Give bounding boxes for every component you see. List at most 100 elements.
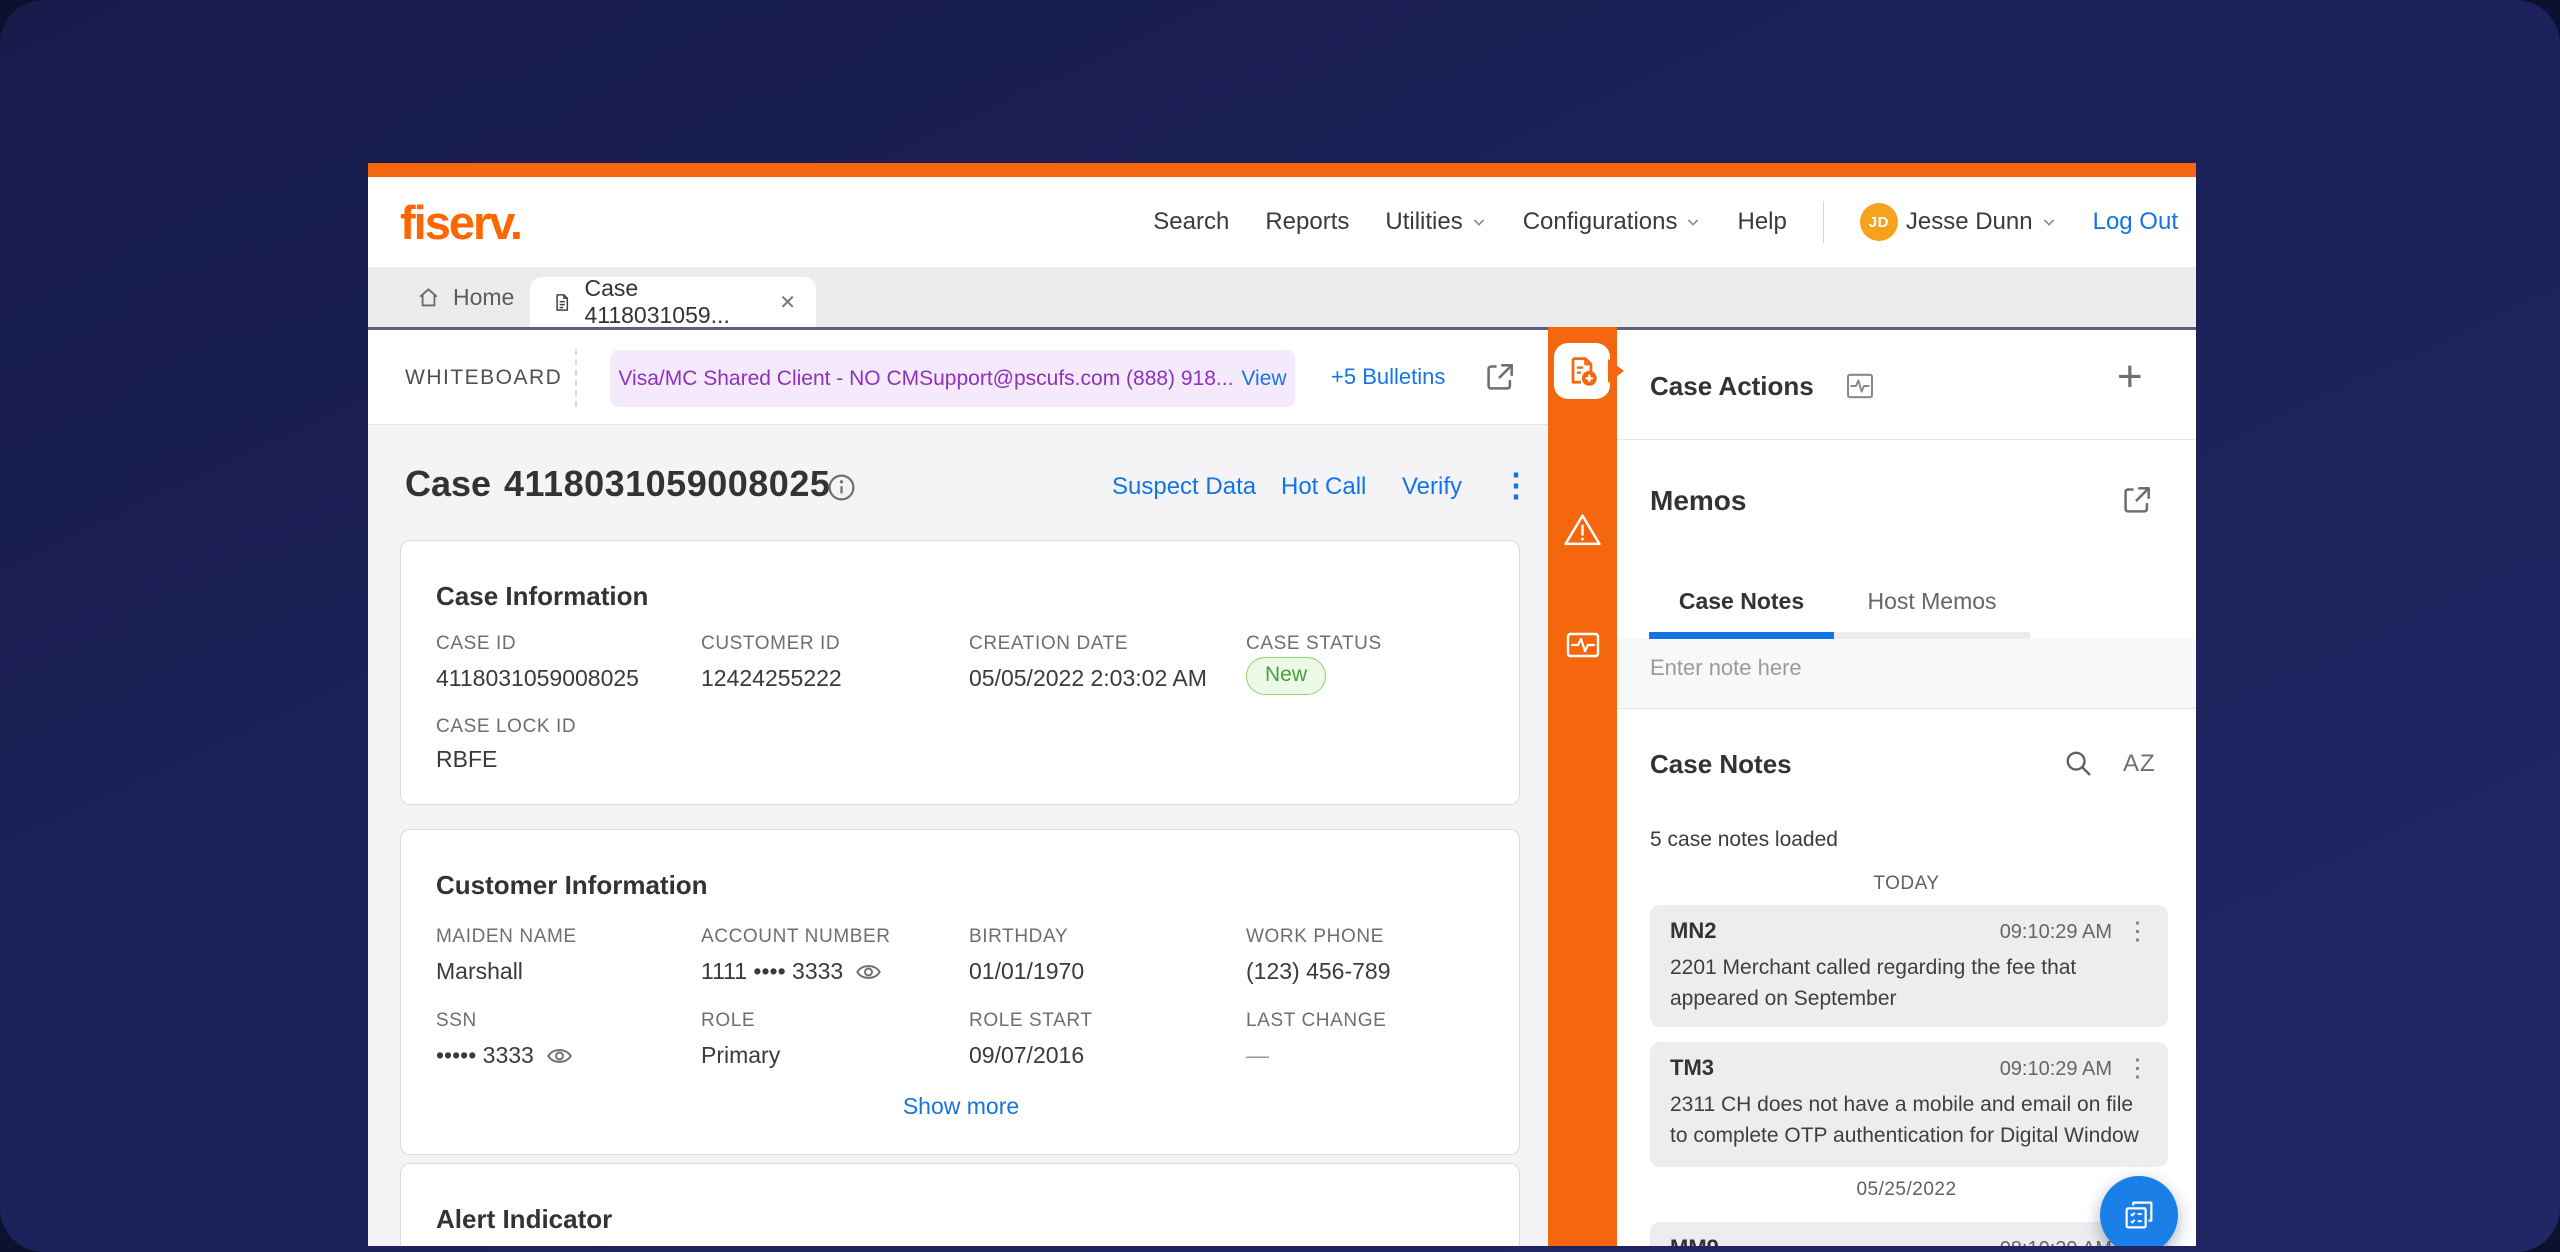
field-label: LAST CHANGE	[1246, 1010, 1386, 1032]
user-menu[interactable]: JD Jesse Dunn	[1860, 203, 2057, 241]
nav-reports[interactable]: Reports	[1265, 208, 1349, 236]
tab-home[interactable]: Home	[416, 267, 514, 327]
field-label: CASE LOCK ID	[436, 716, 576, 738]
warning-triangle-icon	[1562, 509, 1603, 551]
tab-case-label: Case 4118031059...	[584, 275, 767, 329]
header-divider	[1823, 201, 1824, 243]
tab-case-notes[interactable]: Case Notes	[1649, 588, 1834, 615]
customer-information-card: Customer Information MAIDEN NAME ACCOUNT…	[400, 829, 1520, 1155]
hot-call-link[interactable]: Hot Call	[1281, 473, 1366, 501]
nav-help[interactable]: Help	[1737, 208, 1786, 236]
fiserv-logo: fiserv.	[400, 177, 521, 267]
show-more-link[interactable]: Show more	[401, 1093, 1521, 1120]
field-label: MAIDEN NAME	[436, 926, 577, 948]
bulletin-pill[interactable]: Visa/MC Shared Client - NO CMSupport@psc…	[610, 350, 1295, 407]
ssn-value: ••••• 3333	[436, 1042, 573, 1069]
alert-indicator-card: Alert Indicator	[400, 1163, 1520, 1246]
active-tab-underline	[1649, 632, 1834, 639]
rail-item-case-actions-active[interactable]	[1554, 343, 1610, 399]
nav-utilities[interactable]: Utilities	[1385, 208, 1486, 236]
field-label: CASE ID	[436, 633, 516, 655]
field-label: CASE STATUS	[1246, 633, 1382, 655]
external-link-icon[interactable]	[1482, 359, 1518, 395]
home-icon	[416, 285, 441, 310]
note-card[interactable]: TM3 09:10:29 AM ⋮ 2311 CH does not have …	[1650, 1042, 2168, 1167]
field-label: WORK PHONE	[1246, 926, 1384, 948]
action-rail	[1548, 327, 1617, 1246]
case-id-value: 4118031059008025	[436, 665, 639, 692]
app-header: fiserv. Search Reports Utilities Configu…	[368, 177, 2196, 267]
panel-divider	[1617, 439, 2196, 440]
customer-information-title: Customer Information	[436, 870, 708, 901]
case-notes-section-title: Case Notes	[1650, 749, 1792, 780]
field-label: ROLE	[701, 1010, 755, 1032]
info-icon[interactable]	[826, 472, 857, 503]
rail-active-pointer	[1608, 359, 1624, 383]
case-number: 4118031059008025	[504, 463, 830, 505]
whiteboard-divider	[575, 349, 577, 407]
right-panel: Case Actions + Memos Case Notes Host Mem…	[1617, 330, 2196, 1246]
eye-icon[interactable]	[855, 962, 882, 982]
screenshot-background: fiserv. Search Reports Utilities Configu…	[0, 0, 2560, 1252]
nav-configurations[interactable]: Configurations	[1523, 208, 1702, 236]
document-icon	[552, 291, 572, 314]
clipboard-checklist-icon	[2120, 1196, 2158, 1234]
role-start-value: 09/07/2016	[969, 1042, 1084, 1069]
external-link-icon[interactable]	[2119, 482, 2155, 518]
field-label: ROLE START	[969, 1010, 1093, 1032]
field-label: CREATION DATE	[969, 633, 1128, 655]
chevron-down-icon	[2041, 214, 2057, 230]
suspect-data-link[interactable]: Suspect Data	[1112, 473, 1256, 501]
tab-case-active[interactable]: Case 4118031059... ✕	[530, 277, 816, 327]
last-change-value: —	[1246, 1042, 1269, 1069]
work-phone-value: (123) 456-789	[1246, 958, 1391, 985]
pulse-monitor-icon	[1563, 625, 1603, 665]
chevron-down-icon	[1471, 214, 1487, 230]
customer-id-value: 12424255222	[701, 665, 842, 692]
note-card[interactable]: MN2 09:10:29 AM ⋮ 2201 Merchant called r…	[1650, 905, 2168, 1027]
pulse-monitor-icon[interactable]	[1844, 370, 1876, 402]
verify-link[interactable]: Verify	[1402, 473, 1462, 501]
search-icon[interactable]	[2063, 748, 2093, 778]
rail-item-alerts[interactable]	[1562, 509, 1603, 550]
creation-date-value: 05/05/2022 2:03:02 AM	[969, 665, 1207, 692]
rail-item-activity[interactable]	[1562, 624, 1603, 665]
more-bulletins-link[interactable]: +5 Bulletins	[1331, 364, 1445, 390]
top-accent-stripe	[368, 163, 2196, 177]
bulletin-view-link[interactable]: View	[1241, 367, 1286, 391]
note-input[interactable]: Enter note here	[1617, 639, 2196, 709]
chevron-down-icon	[1685, 214, 1701, 230]
tab-host-memos[interactable]: Host Memos	[1834, 588, 2030, 615]
field-label: SSN	[436, 1010, 477, 1032]
plus-icon[interactable]: +	[2117, 352, 2143, 402]
notes-fab-button[interactable]	[2100, 1176, 2178, 1246]
notes-loaded-count: 5 case notes loaded	[1650, 828, 1838, 852]
kebab-icon[interactable]: ⋮	[2125, 1053, 2150, 1083]
bulletin-text: Visa/MC Shared Client - NO CMSupport@psc…	[618, 367, 1233, 391]
app-window: fiserv. Search Reports Utilities Configu…	[368, 163, 2196, 1246]
note-card[interactable]: MM9 08:10:29 AM ⋮	[1650, 1222, 2168, 1246]
close-icon[interactable]: ✕	[779, 290, 796, 315]
maiden-name-value: Marshall	[436, 958, 523, 985]
memos-title: Memos	[1650, 485, 1746, 517]
avatar: JD	[1860, 203, 1898, 241]
case-lock-id-value: RBFE	[436, 746, 497, 773]
case-information-title: Case Information	[436, 581, 648, 612]
case-title-prefix: Case	[405, 463, 491, 505]
tab-track	[1834, 632, 2030, 639]
case-actions-panel-title: Case Actions	[1650, 371, 1814, 402]
logout-link[interactable]: Log Out	[2093, 208, 2178, 236]
whiteboard-label: WHITEBOARD	[405, 366, 562, 390]
case-status-badge: New	[1246, 657, 1326, 695]
kebab-icon[interactable]: ⋮	[2125, 916, 2150, 946]
case-actions-kebab-icon[interactable]: ⋮	[1500, 466, 1532, 504]
sort-az-icon[interactable]: AZ	[2123, 750, 2156, 778]
field-label: BIRTHDAY	[969, 926, 1068, 948]
alert-indicator-title: Alert Indicator	[436, 1204, 612, 1235]
nav-search[interactable]: Search	[1153, 208, 1229, 236]
role-value: Primary	[701, 1042, 780, 1069]
document-add-icon	[1564, 353, 1600, 389]
field-label: CUSTOMER ID	[701, 633, 840, 655]
eye-icon[interactable]	[546, 1046, 573, 1066]
user-name: Jesse Dunn	[1906, 208, 2033, 236]
